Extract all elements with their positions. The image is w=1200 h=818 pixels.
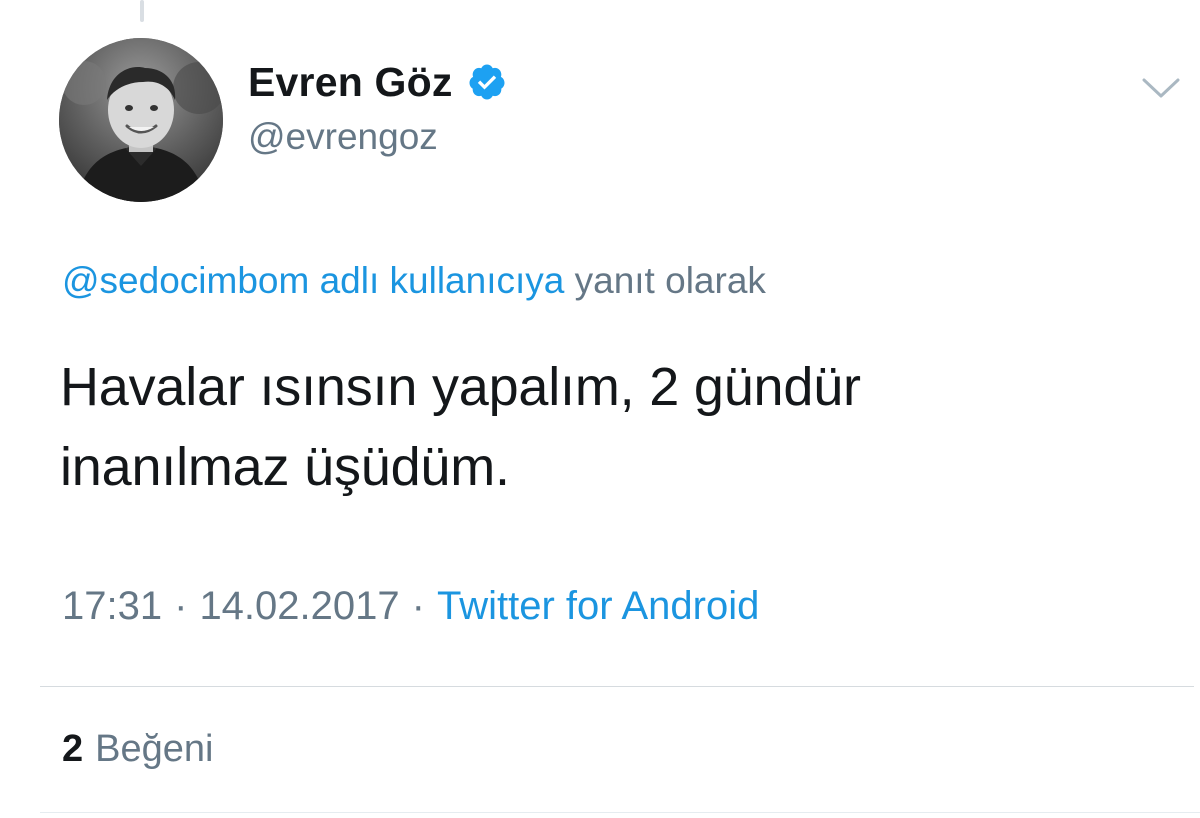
- author-handle[interactable]: @evrengoz: [248, 116, 438, 158]
- tweet-text: Havalar ısınsın yapalım, 2 gündür inanıl…: [60, 357, 861, 497]
- likes-count: 2: [62, 728, 84, 770]
- reply-context: @sedocimbom adlı kullanıcıya yanıt olara…: [62, 260, 766, 302]
- chevron-down-icon[interactable]: [1140, 74, 1182, 102]
- author-display-name[interactable]: Evren Göz: [248, 59, 453, 106]
- reply-context-suffix: yanıt olarak: [564, 260, 766, 301]
- meta-separator: ·: [411, 584, 425, 628]
- avatar[interactable]: [59, 38, 223, 202]
- verified-badge-icon: [467, 62, 507, 102]
- thread-connector-line: [140, 0, 144, 22]
- tweet-date[interactable]: 14.02.2017: [199, 584, 399, 628]
- avatar-photo: [59, 38, 223, 202]
- replying-to-link[interactable]: @sedocimbom adlı kullanıcıya: [62, 260, 564, 301]
- likes-label: Beğeni: [95, 728, 214, 770]
- author-name-row[interactable]: Evren Göz: [248, 56, 507, 108]
- stats-divider: [40, 686, 1194, 687]
- meta-separator: ·: [174, 584, 188, 628]
- likes-stat[interactable]: 2 Beğeni: [62, 728, 213, 771]
- tweet-metadata: 17:31 · 14.02.2017 · Twitter for Android: [62, 584, 759, 629]
- bottom-divider: [40, 812, 1200, 813]
- tweet-time[interactable]: 17:31: [62, 584, 162, 628]
- tweet-source-link[interactable]: Twitter for Android: [437, 584, 759, 628]
